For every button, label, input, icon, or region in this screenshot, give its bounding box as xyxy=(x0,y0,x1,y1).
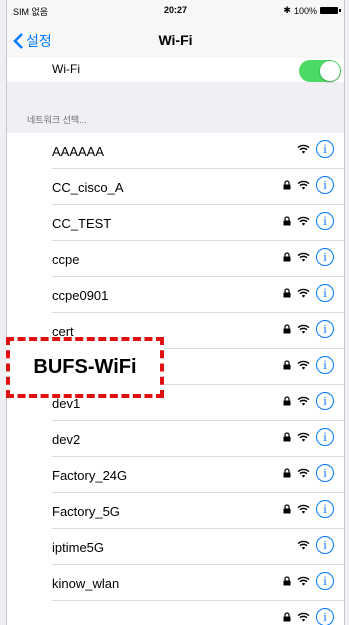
status-right: ✱ 100% xyxy=(283,5,341,16)
lock-icon xyxy=(283,576,291,586)
network-icons: i xyxy=(297,140,334,158)
network-icons: i xyxy=(283,176,334,194)
lock-icon xyxy=(283,504,291,514)
network-row[interactable]: Factory_24G i xyxy=(7,457,344,493)
info-icon[interactable]: i xyxy=(316,320,334,338)
network-icons: i xyxy=(283,572,334,590)
wifi-signal-icon xyxy=(297,504,310,514)
network-icons: i xyxy=(283,320,334,338)
annotation-label: BUFS-WiFi xyxy=(33,356,137,378)
toggle-knob xyxy=(320,61,340,81)
page-title: Wi-Fi xyxy=(158,32,193,48)
network-row[interactable]: kinow_wlan i xyxy=(7,565,344,601)
wifi-signal-icon xyxy=(297,216,310,226)
network-name: dev1 xyxy=(52,396,81,411)
network-name: ccpe xyxy=(52,252,80,267)
lock-icon xyxy=(283,216,291,226)
wifi-signal-icon xyxy=(297,360,310,370)
wifi-toggle-label: Wi-Fi xyxy=(52,62,80,76)
info-icon[interactable]: i xyxy=(316,500,334,518)
info-icon[interactable]: i xyxy=(316,176,334,194)
network-name: CC_TEST xyxy=(52,216,112,231)
settings-screen: SIM 없음 20:27 ✱ 100% 설정 Wi-Fi Wi-Fi 네트워크 … xyxy=(6,0,345,625)
network-name: AAAAAA xyxy=(52,144,105,159)
network-icons: i xyxy=(283,248,334,266)
network-name: dev2 xyxy=(52,432,81,447)
network-name: ccpe0901 xyxy=(52,288,109,303)
battery-percent: 100% xyxy=(293,5,317,16)
network-icons: i xyxy=(283,428,334,446)
info-icon[interactable]: i xyxy=(316,428,334,446)
wifi-signal-icon xyxy=(297,144,310,154)
network-name: Factory_24G xyxy=(52,468,128,483)
wifi-signal-icon xyxy=(297,540,310,550)
info-icon[interactable]: i xyxy=(316,140,334,158)
network-row[interactable]: AAAAAA i xyxy=(7,133,344,169)
wifi-signal-icon xyxy=(297,432,310,442)
network-icons: i xyxy=(283,284,334,302)
lock-icon xyxy=(283,432,291,442)
network-name: kinow_wlan xyxy=(52,576,120,591)
info-icon[interactable]: i xyxy=(316,212,334,230)
network-row[interactable]: CC_cisco_A i xyxy=(7,169,344,205)
lock-icon xyxy=(283,288,291,298)
network-icons: i xyxy=(283,392,334,410)
network-icons: i xyxy=(283,212,334,230)
section-header: 네트워크 선택... xyxy=(27,115,87,125)
network-row[interactable]: ccpe0901 i xyxy=(7,277,344,313)
lock-icon xyxy=(283,360,291,370)
network-icons: i xyxy=(283,500,334,518)
wifi-signal-icon xyxy=(297,612,310,622)
wifi-signal-icon xyxy=(297,468,310,478)
lock-icon xyxy=(283,180,291,190)
info-icon[interactable]: i xyxy=(316,392,334,410)
network-name: CC_cisco_A xyxy=(52,180,124,195)
wifi-signal-icon xyxy=(297,180,310,190)
lock-icon xyxy=(283,612,291,622)
lock-icon xyxy=(283,252,291,262)
lock-icon xyxy=(283,324,291,334)
info-icon[interactable]: i xyxy=(316,572,334,590)
info-icon[interactable]: i xyxy=(316,608,334,625)
network-icons: i xyxy=(283,464,334,482)
info-icon[interactable]: i xyxy=(316,248,334,266)
battery-icon xyxy=(320,7,341,14)
network-icons: i xyxy=(283,356,334,374)
bluetooth-icon: ✱ xyxy=(283,5,291,15)
info-icon[interactable]: i xyxy=(316,284,334,302)
network-name: iptime5G xyxy=(52,540,105,555)
lock-icon xyxy=(283,468,291,478)
network-icons: i xyxy=(297,536,334,554)
network-row[interactable]: iptime5G i xyxy=(7,529,344,565)
wifi-signal-icon xyxy=(297,252,310,262)
wifi-signal-icon xyxy=(297,576,310,586)
wifi-toggle-row: Wi-Fi xyxy=(7,58,344,82)
network-icons: i xyxy=(283,608,334,625)
navigation-bar: 설정 Wi-Fi xyxy=(7,20,344,59)
network-row[interactable]: i xyxy=(7,601,344,625)
info-icon[interactable]: i xyxy=(316,464,334,482)
info-icon[interactable]: i xyxy=(316,536,334,554)
network-row[interactable]: CC_TEST i xyxy=(7,205,344,241)
highlight-annotation: BUFS-WiFi xyxy=(6,337,164,398)
info-icon[interactable]: i xyxy=(316,356,334,374)
network-row[interactable]: dev2 i xyxy=(7,421,344,457)
network-name: Factory_5G xyxy=(52,504,120,519)
wifi-signal-icon xyxy=(297,324,310,334)
lock-icon xyxy=(283,396,291,406)
network-row[interactable]: Factory_5G i xyxy=(7,493,344,529)
wifi-signal-icon xyxy=(297,288,310,298)
wifi-toggle-switch[interactable] xyxy=(299,60,341,82)
network-row[interactable]: ccpe i xyxy=(7,241,344,277)
status-bar: SIM 없음 20:27 ✱ 100% xyxy=(7,0,344,20)
wifi-signal-icon xyxy=(297,396,310,406)
